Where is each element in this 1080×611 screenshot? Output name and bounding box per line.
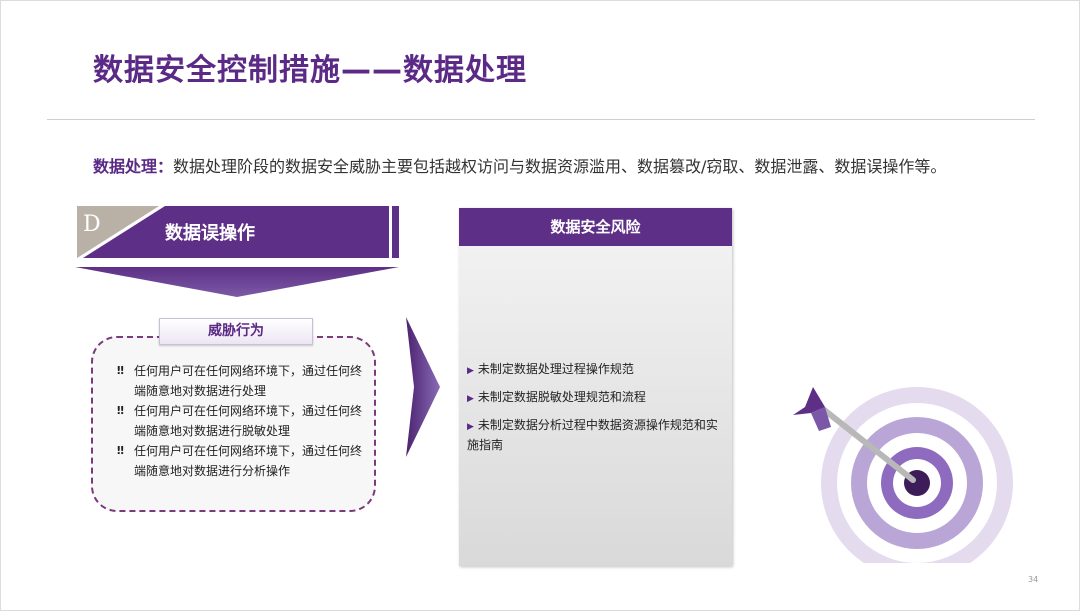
risk-title: 数据安全风险 xyxy=(459,208,732,246)
bullet-triangle-icon: ▶ xyxy=(467,394,474,404)
page-number: 34 xyxy=(1028,575,1039,584)
bullet-triangle-icon: ▶ xyxy=(467,422,474,432)
intro-text: 数据处理阶段的数据安全威胁主要包括越权访问与数据资源滥用、数据篡改/窃取、数据泄… xyxy=(173,157,947,176)
section-banner: D 数据误操作 xyxy=(77,206,399,258)
slide: 数据安全控制措施——数据处理 数据处理：数据处理阶段的数据安全威胁主要包括越权访… xyxy=(0,0,1080,611)
target-with-arrow-icon xyxy=(793,387,1013,563)
page-title: 数据安全控制措施——数据处理 xyxy=(93,53,527,88)
down-arrow-band-icon xyxy=(75,267,399,297)
risk-list: ▶ 未制定数据处理过程操作规范 ▶ 未制定数据脱敏处理规范和流程 ▶ 未制定数据分析过… xyxy=(467,360,729,462)
list-item: ‼ 任何用户可在任何网络环境下，通过任何终端随意地对数据进行分析操作 xyxy=(117,441,372,481)
title-divider xyxy=(47,119,1035,120)
list-item: ▶ 未制定数据处理过程操作规范 xyxy=(467,362,634,376)
bullet-triangle-icon: ▶ xyxy=(467,366,474,376)
warning-icon: ‼ xyxy=(117,404,124,417)
chevron-right-icon xyxy=(406,317,440,457)
section-letter: D xyxy=(83,212,101,237)
section-title: 数据误操作 xyxy=(165,223,255,244)
intro-lead: 数据处理： xyxy=(93,157,174,176)
risk-panel: 数据安全风险 ▶ 未制定数据处理过程操作规范 ▶ 未制定数据脱敏处理规范和流程 ▶ 未… xyxy=(459,208,732,566)
warning-icon: ‼ xyxy=(117,364,124,377)
list-item: ▶ 未制定数据脱敏处理规范和流程 xyxy=(467,390,646,404)
list-item: ▶ 未制定数据分析过程中数据资源操作规范和实施指南 xyxy=(467,418,718,452)
intro-paragraph: 数据处理：数据处理阶段的数据安全威胁主要包括越权访问与数据资源滥用、数据篡改/窃… xyxy=(93,153,946,177)
list-item: ‼ 任何用户可在任何网络环境下，通过任何终端随意地对数据进行脱敏处理 xyxy=(117,401,372,441)
threat-list: ‼ 任何用户可在任何网络环境下，通过任何终端随意地对数据进行处理 ‼ 任何用户可在任… xyxy=(117,361,372,481)
warning-icon: ‼ xyxy=(117,444,124,457)
threat-title: 威胁行为 xyxy=(159,318,313,345)
list-item: ‼ 任何用户可在任何网络环境下，通过任何终端随意地对数据进行处理 xyxy=(117,361,372,401)
